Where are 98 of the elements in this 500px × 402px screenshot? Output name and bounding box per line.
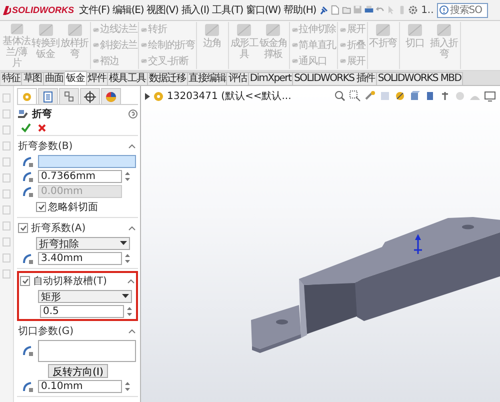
number-field[interactable]: 3.40mm — [38, 252, 122, 265]
checkbox-label: 忽略斜切面 — [48, 200, 98, 214]
command-tab[interactable]: SOLIDWORKS 插件 — [293, 72, 377, 85]
tool-icon — [140, 41, 148, 50]
zoom-area-icon[interactable] — [349, 90, 361, 102]
bend-feature-icon — [17, 108, 29, 120]
expand-arrow-icon[interactable] — [145, 92, 150, 100]
menu-item[interactable]: 插入(I) — [181, 3, 210, 17]
menu-item[interactable]: 帮助(H) — [284, 3, 316, 17]
panel-tab[interactable] — [38, 88, 58, 104]
crosshair-icon — [84, 90, 96, 102]
command-tab[interactable]: 焊件 — [86, 72, 108, 85]
feature-icon — [21, 90, 33, 102]
part-name[interactable]: 13203471 (默认<<默认... — [167, 89, 292, 103]
view-orientation-icon[interactable] — [409, 90, 421, 102]
print-icon[interactable] — [364, 5, 374, 15]
tool-icon — [338, 57, 347, 66]
checkbox[interactable] — [36, 202, 46, 212]
selection-field[interactable] — [38, 155, 136, 168]
command-tab[interactable]: 曲面 — [44, 72, 66, 85]
tool-icon — [290, 41, 299, 50]
command-tab[interactable]: DimXpert — [248, 72, 294, 85]
collapse-icon[interactable] — [128, 328, 136, 334]
tool-icon — [92, 26, 100, 34]
checkbox[interactable] — [20, 276, 30, 286]
section-title: 折弯参数(B) — [18, 140, 74, 153]
command-tab[interactable]: 评估 — [227, 72, 249, 85]
appearance-icon — [105, 90, 117, 102]
section-title: 切口参数(G) — [18, 324, 75, 338]
tool-icon — [140, 57, 148, 66]
command-tab[interactable]: 模具工具 — [108, 72, 148, 85]
checkmark-icon[interactable] — [21, 123, 31, 133]
tool-icon — [338, 41, 347, 50]
selection-list[interactable] — [38, 340, 136, 362]
app-logo: SOLIDWORKS — [2, 4, 74, 16]
caret-icon — [122, 294, 129, 299]
command-tab[interactable]: 直接编辑 — [188, 72, 228, 85]
command-tab[interactable]: 数据迁移 — [148, 72, 188, 85]
axis-triad-icon — [414, 234, 422, 254]
tool-icon — [140, 26, 148, 34]
parameter-icon — [22, 156, 34, 168]
parameter-icon — [22, 170, 34, 182]
tool-icon — [290, 57, 299, 66]
help-icon[interactable] — [438, 5, 449, 15]
number-field[interactable]: 0.7366mm — [38, 170, 122, 183]
menu-item[interactable]: 文件(F) — [79, 3, 110, 17]
command-tab[interactable]: 钣金 — [65, 71, 87, 85]
parameter-icon — [22, 380, 34, 392]
configuration-icon — [63, 90, 75, 102]
panel-tab[interactable] — [101, 88, 121, 104]
collapse-icon[interactable] — [128, 225, 136, 231]
command-tab[interactable]: SOLIDWORKS MBD — [376, 72, 464, 85]
number-field[interactable]: 0.5 — [40, 305, 124, 318]
panel-tab[interactable] — [80, 88, 100, 104]
pin-icon[interactable] — [319, 5, 328, 15]
section-title: 折弯系数(A) — [31, 222, 87, 235]
panel-title: 折弯 — [32, 107, 53, 121]
part-icon — [153, 90, 164, 102]
dropdown[interactable]: 矩形 — [38, 290, 132, 303]
menu-item[interactable]: 视图(V) — [146, 3, 178, 17]
spinner-icon[interactable] — [124, 171, 131, 182]
tool-icon — [290, 26, 299, 34]
section-title: 自动切释放槽(T) — [33, 274, 108, 288]
tool-icon — [338, 26, 347, 34]
spinner-icon[interactable] — [124, 253, 131, 264]
collapse-icon[interactable] — [128, 143, 136, 149]
property-icon — [42, 90, 54, 102]
parameter-icon — [22, 345, 34, 357]
spinner-icon[interactable] — [126, 306, 133, 317]
zoom-to-fit-icon[interactable] — [334, 90, 346, 102]
dynamic-annotation-icon[interactable] — [394, 90, 406, 102]
recent-files-label[interactable]: 1.. — [421, 4, 434, 16]
tool-icon — [92, 41, 100, 50]
menu-item[interactable]: 编辑(E) — [112, 3, 144, 17]
command-tab[interactable]: 草图 — [22, 72, 44, 85]
display-style-icon[interactable] — [424, 90, 436, 102]
command-tab[interactable]: 特征 — [1, 72, 22, 85]
collapse-icon[interactable] — [127, 278, 135, 284]
previous-view-icon[interactable] — [364, 90, 376, 102]
search-field[interactable]: 搜索SO — [436, 2, 488, 18]
open-folder-icon[interactable] — [342, 5, 352, 15]
help-icon[interactable] — [128, 109, 138, 119]
new-document-icon[interactable] — [331, 5, 342, 15]
dropdown[interactable]: 折弯扣除 — [36, 237, 130, 250]
hide-show-icon[interactable] — [439, 90, 451, 102]
tool-icon — [92, 57, 100, 66]
close-icon[interactable] — [37, 123, 47, 133]
number-field[interactable]: 0.10mm — [38, 380, 122, 393]
parameter-icon — [22, 252, 34, 264]
spinner-icon[interactable] — [124, 381, 131, 392]
caret-icon — [120, 241, 127, 246]
menu-item[interactable]: 窗口(W) — [246, 3, 281, 17]
menu-item[interactable]: 工具(T) — [212, 3, 244, 17]
parameter-icon — [22, 186, 34, 198]
gear-icon[interactable] — [408, 5, 418, 15]
monitor-icon[interactable] — [484, 90, 496, 102]
checkbox[interactable] — [18, 223, 28, 233]
reverse-direction-button[interactable]: 反转方向(I) — [48, 364, 108, 378]
